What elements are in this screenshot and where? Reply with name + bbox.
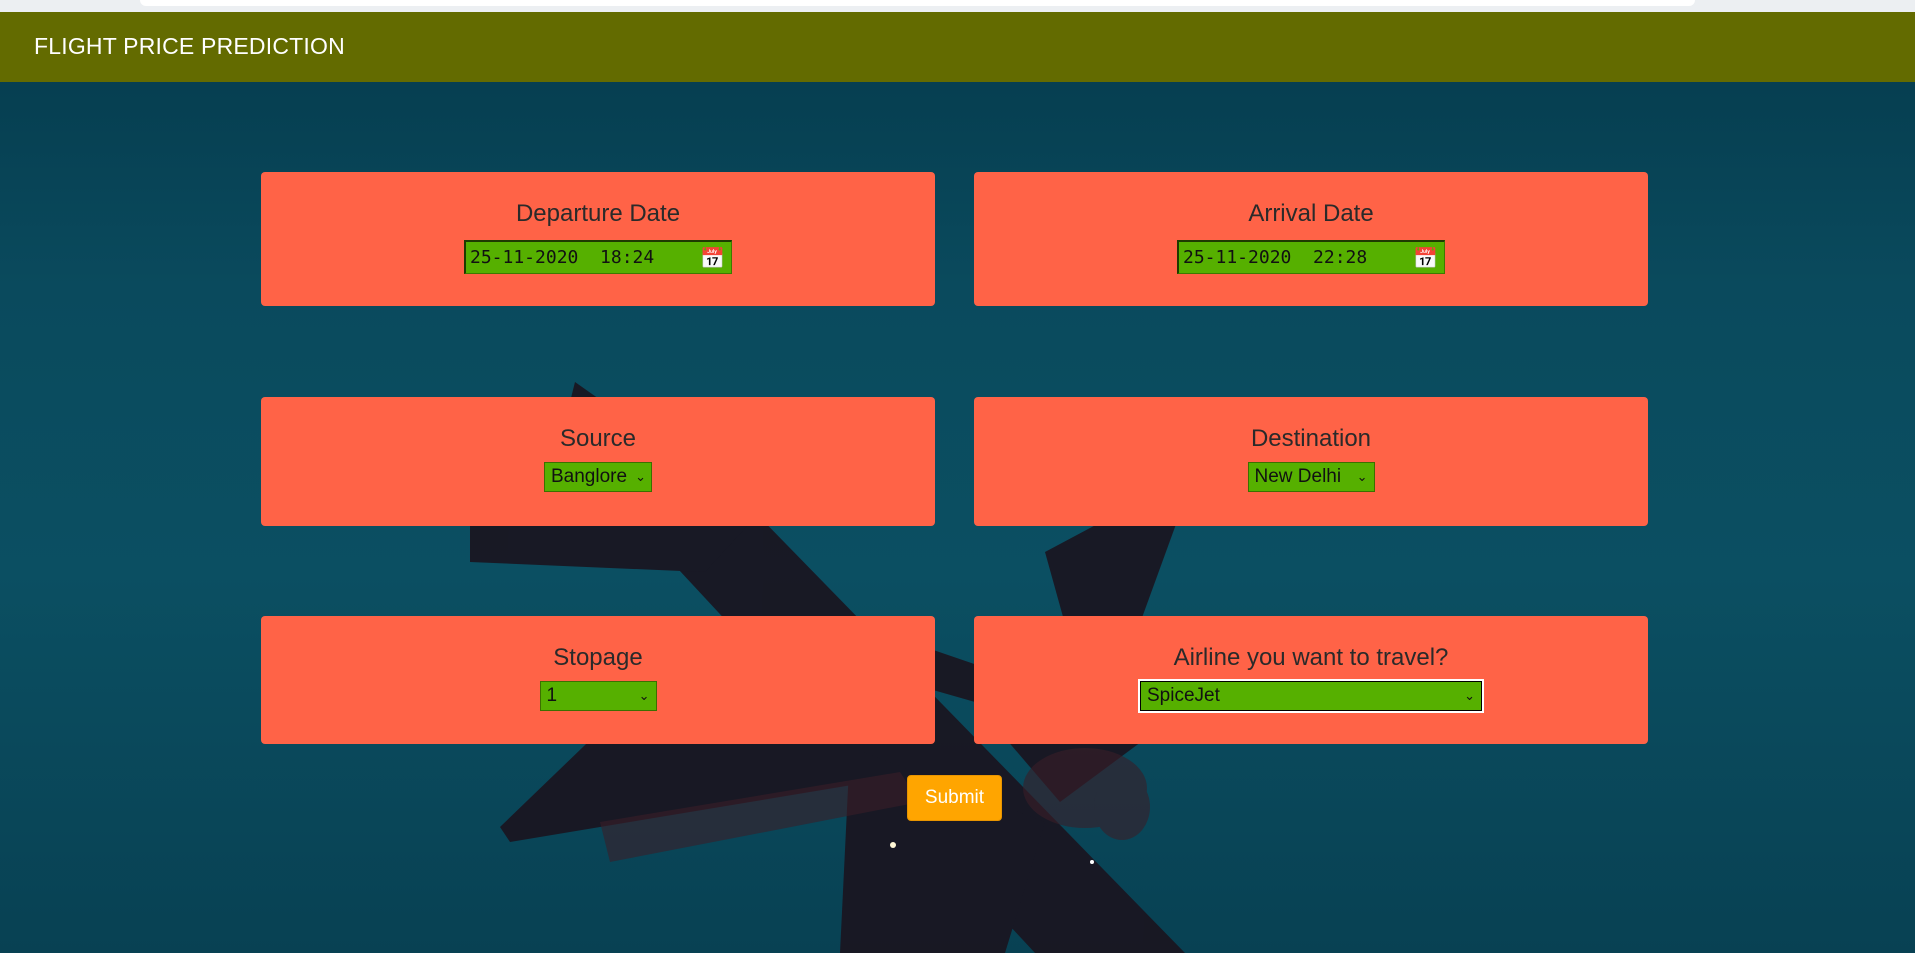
departure-label: Departure Date — [515, 200, 681, 227]
destination-label: Destination — [1250, 425, 1372, 452]
chevron-down-icon: ⌄ — [635, 469, 646, 484]
arrival-datetime-input[interactable]: 25-11-2020 22:28 📅 — [1177, 240, 1445, 274]
submit-button[interactable]: Submit — [907, 775, 1002, 821]
source-label: Source — [559, 425, 637, 452]
arrival-label: Arrival Date — [1248, 200, 1374, 227]
calendar-icon[interactable]: 📅 — [700, 248, 725, 268]
airline-label: Airline you want to travel? — [1173, 644, 1449, 671]
stopage-selected: 1 — [546, 685, 558, 706]
destination-selected: New Delhi — [1254, 466, 1342, 487]
address-bar-edge — [140, 0, 1695, 6]
departure-card: Departure Date 25-11-2020 18:24 📅 — [261, 172, 935, 306]
plane-light-icon — [890, 842, 896, 848]
departure-value: 25-11-2020 18:24 — [470, 247, 655, 268]
chevron-down-icon: ⌄ — [1356, 469, 1368, 484]
stopage-card: Stopage 1 ⌄ — [261, 616, 935, 744]
airline-select[interactable]: SpiceJet ⌄ — [1138, 679, 1484, 713]
stopage-select[interactable]: 1 ⌄ — [539, 681, 657, 711]
departure-datetime-input[interactable]: 25-11-2020 18:24 📅 — [464, 240, 732, 274]
arrival-card: Arrival Date 25-11-2020 22:28 📅 — [974, 172, 1648, 306]
arrival-value: 25-11-2020 22:28 — [1183, 247, 1368, 268]
destination-select[interactable]: New Delhi ⌄ — [1247, 462, 1375, 492]
chevron-down-icon: ⌄ — [638, 688, 650, 703]
source-selected: Banglore — [551, 466, 628, 487]
stopage-label: Stopage — [553, 644, 643, 671]
source-card: Source Banglore ⌄ — [261, 397, 935, 526]
browser-chrome-strip — [0, 0, 1915, 12]
destination-card: Destination New Delhi ⌄ — [974, 397, 1648, 526]
brand-title[interactable]: FLIGHT PRICE PREDICTION — [34, 33, 345, 60]
airline-card: Airline you want to travel? SpiceJet ⌄ — [974, 616, 1648, 744]
airline-selected: SpiceJet — [1147, 685, 1220, 706]
calendar-icon[interactable]: 📅 — [1413, 248, 1438, 268]
chevron-down-icon: ⌄ — [1464, 688, 1475, 703]
navbar: FLIGHT PRICE PREDICTION — [0, 12, 1915, 82]
source-select[interactable]: Banglore ⌄ — [544, 462, 652, 492]
